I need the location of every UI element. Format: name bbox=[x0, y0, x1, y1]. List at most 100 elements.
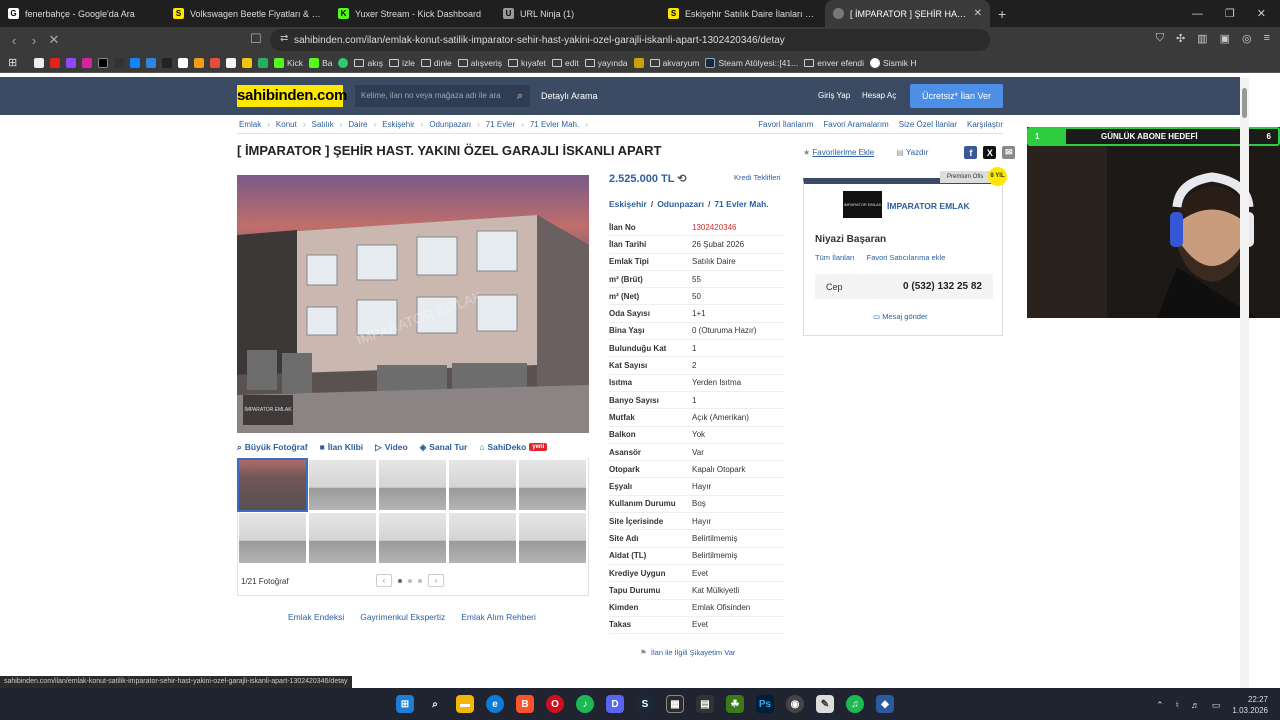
bookmark-threads[interactable] bbox=[114, 57, 124, 68]
tab-kick[interactable]: K Yuxer Stream - Kick Dashboard bbox=[330, 0, 495, 27]
page-dot[interactable] bbox=[398, 578, 402, 583]
x-icon[interactable]: X bbox=[983, 146, 997, 159]
emlak-index-link[interactable]: Emlak Endeksi bbox=[288, 612, 344, 622]
bookmark-youtube[interactable] bbox=[50, 57, 60, 68]
photoshop-icon[interactable]: Ps bbox=[756, 695, 774, 713]
paint-icon[interactable]: ✎ bbox=[816, 695, 834, 713]
bookmark-3[interactable] bbox=[210, 57, 220, 68]
favorite-listings-link[interactable]: Favori İlanlarım bbox=[758, 120, 813, 129]
notes-icon[interactable]: ▤ bbox=[696, 695, 714, 713]
search-icon[interactable]: ⌕ bbox=[517, 85, 523, 107]
page-scrollbar[interactable] bbox=[1240, 77, 1249, 688]
minimize-icon[interactable]: — bbox=[1192, 8, 1203, 20]
bookmark-6[interactable] bbox=[258, 57, 268, 68]
apps-icon[interactable]: ⊞ bbox=[8, 56, 17, 69]
thumbnail[interactable] bbox=[449, 460, 516, 510]
breadcrumb-item[interactable]: 71 Evler Mah. bbox=[530, 120, 579, 129]
send-message-link[interactable]: ▭ Mesaj gönder bbox=[873, 312, 928, 321]
thumbnail[interactable] bbox=[379, 460, 446, 510]
network-icon[interactable]: ▭ bbox=[1212, 700, 1221, 711]
favorite-seller-link[interactable]: Favori Satıcılarıma ekle bbox=[867, 253, 946, 262]
bookmark-folder-alisveris[interactable]: alışveriş bbox=[457, 58, 502, 68]
video-tab[interactable]: ▷ Video bbox=[375, 442, 408, 453]
app-icon[interactable]: ☘ bbox=[726, 695, 744, 713]
sidebar-icon[interactable]: ▥ bbox=[1197, 32, 1207, 45]
brave-icon[interactable]: B bbox=[516, 695, 534, 713]
bookmark-ba[interactable]: Ba bbox=[309, 57, 332, 68]
chevron-up-icon[interactable]: ⌃ bbox=[1156, 700, 1164, 711]
phone-box[interactable]: Cep 0 (532) 132 25 82 bbox=[815, 274, 993, 299]
shield-icon[interactable]: ⛉ bbox=[1156, 32, 1164, 45]
close-window-icon[interactable]: ✕ bbox=[1257, 7, 1266, 20]
bookmark-sismik[interactable]: Sismik H bbox=[870, 57, 917, 68]
thumbnail[interactable] bbox=[237, 458, 308, 512]
thumbnail[interactable] bbox=[379, 513, 446, 563]
new-tab-button[interactable]: + bbox=[998, 6, 1006, 22]
facebook-icon[interactable]: f bbox=[964, 146, 978, 159]
thumbnail[interactable] bbox=[519, 460, 586, 510]
file-explorer-icon[interactable]: ▬ bbox=[456, 695, 474, 713]
main-photo[interactable]: İMPARATOR EMLAK İMPARATOR EMLAK bbox=[237, 175, 589, 433]
page-dot[interactable] bbox=[418, 578, 422, 583]
bookmark-8[interactable] bbox=[633, 57, 644, 68]
tab-sahibinden-car[interactable]: SVolkswagen Beetle Fiyatları & Modelleri bbox=[165, 0, 330, 27]
sahideko-tab[interactable]: ⌂ SahiDeko yeni bbox=[479, 442, 548, 452]
print-button[interactable]: ▤ Yazdır bbox=[896, 148, 928, 157]
bookmark-icon[interactable]: ☐ bbox=[246, 31, 266, 47]
thumbnail[interactable] bbox=[519, 513, 586, 563]
windows-start-icon[interactable]: ⊞ bbox=[396, 695, 414, 713]
calculator-icon[interactable]: ▦ bbox=[666, 695, 684, 713]
bookmark-steam[interactable]: Steam Atölyesi::[41... bbox=[705, 57, 798, 68]
location-district[interactable]: Odunpazarı bbox=[657, 199, 704, 209]
url-input[interactable]: ⇄ sahibinden.com/ilan/emlak-konut-satili… bbox=[270, 29, 990, 51]
bookmark-kick[interactable]: Kick bbox=[274, 57, 303, 68]
mic-icon[interactable]: ♮ bbox=[1176, 700, 1179, 711]
breadcrumb-item[interactable]: Satılık bbox=[311, 120, 333, 129]
store-logo[interactable]: İMPARATOR EMLAK bbox=[843, 191, 882, 218]
special-listings-link[interactable]: Size Özel İlanlar bbox=[899, 120, 957, 129]
bookmark-twitch[interactable] bbox=[66, 57, 76, 68]
back-icon[interactable]: ‹ bbox=[4, 33, 24, 48]
thumbnail[interactable] bbox=[309, 513, 376, 563]
buy-guide-link[interactable]: Emlak Alım Rehberi bbox=[461, 612, 536, 622]
bookmark-folder-edit[interactable]: edit bbox=[552, 58, 579, 68]
big-photo-tab[interactable]: ⌕ Büyük Fotoğraf bbox=[237, 442, 308, 453]
steam-icon[interactable]: S bbox=[636, 695, 654, 713]
spotify-icon[interactable]: ♫ bbox=[846, 695, 864, 713]
maximize-icon[interactable]: ❐ bbox=[1225, 7, 1235, 20]
clock[interactable]: 22:27 1.03.2026 bbox=[1232, 694, 1268, 716]
bookmark-7[interactable] bbox=[338, 57, 349, 68]
bookmark-folder-dinle[interactable]: dinle bbox=[420, 58, 452, 68]
breadcrumb-item[interactable]: Odunpazarı bbox=[429, 120, 471, 129]
bookmark-folder-yayinda[interactable]: yayında bbox=[584, 58, 628, 68]
bookmark-wm[interactable] bbox=[162, 57, 172, 68]
bookmark-4[interactable] bbox=[226, 57, 236, 68]
credit-offers-link[interactable]: Kredi Teklifleri bbox=[734, 173, 781, 182]
complaint-link[interactable]: ⚑ İlan ile İlgili Şikayetim Var bbox=[640, 648, 735, 657]
store-name[interactable]: İMPARATOR EMLAK bbox=[887, 201, 970, 211]
obs-icon[interactable]: ◉ bbox=[786, 695, 804, 713]
tab-urlninja[interactable]: U URL Ninja (1) bbox=[495, 0, 660, 27]
bookmark-instagram[interactable] bbox=[82, 57, 92, 68]
next-page-button[interactable]: › bbox=[428, 574, 444, 587]
add-favorite-button[interactable]: ★ Favorilerime Ekle bbox=[803, 148, 874, 157]
tab-eskisehir[interactable]: SEskişehir Satılık Daire İlanları ve Sat… bbox=[660, 0, 825, 27]
bookmark-x[interactable] bbox=[98, 57, 108, 68]
bookmark-sky[interactable] bbox=[130, 57, 140, 68]
detailed-search-link[interactable]: Detaylı Arama bbox=[541, 91, 598, 101]
bookmark-folder-akvaryum[interactable]: akvaryum bbox=[649, 58, 699, 68]
spotify-icon[interactable]: ♪ bbox=[576, 695, 594, 713]
stop-icon[interactable]: ✕ bbox=[44, 32, 64, 48]
breadcrumb-item[interactable]: Konut bbox=[276, 120, 297, 129]
bookmark-1[interactable] bbox=[178, 57, 188, 68]
location-neighborhood[interactable]: 71 Evler Mah. bbox=[714, 199, 768, 209]
virtual-tour-tab[interactable]: ◈ Sanal Tur bbox=[420, 442, 468, 453]
bookmark-folder-kiyafet[interactable]: kıyafet bbox=[507, 58, 546, 68]
tab-listing-active[interactable]: [ İMPARATOR ] ŞEHİR HAST. YAKINI ÖZEL GA… bbox=[825, 0, 990, 27]
vpn-icon[interactable]: ◎ bbox=[1242, 32, 1252, 45]
tab-google[interactable]: Gfenerbahçe - Google'da Ara bbox=[0, 0, 165, 27]
thumbnail[interactable] bbox=[449, 513, 516, 563]
location-city[interactable]: Eskişehir bbox=[609, 199, 647, 209]
breadcrumb-item[interactable]: Emlak bbox=[239, 120, 261, 129]
thumbnail[interactable] bbox=[239, 513, 306, 563]
